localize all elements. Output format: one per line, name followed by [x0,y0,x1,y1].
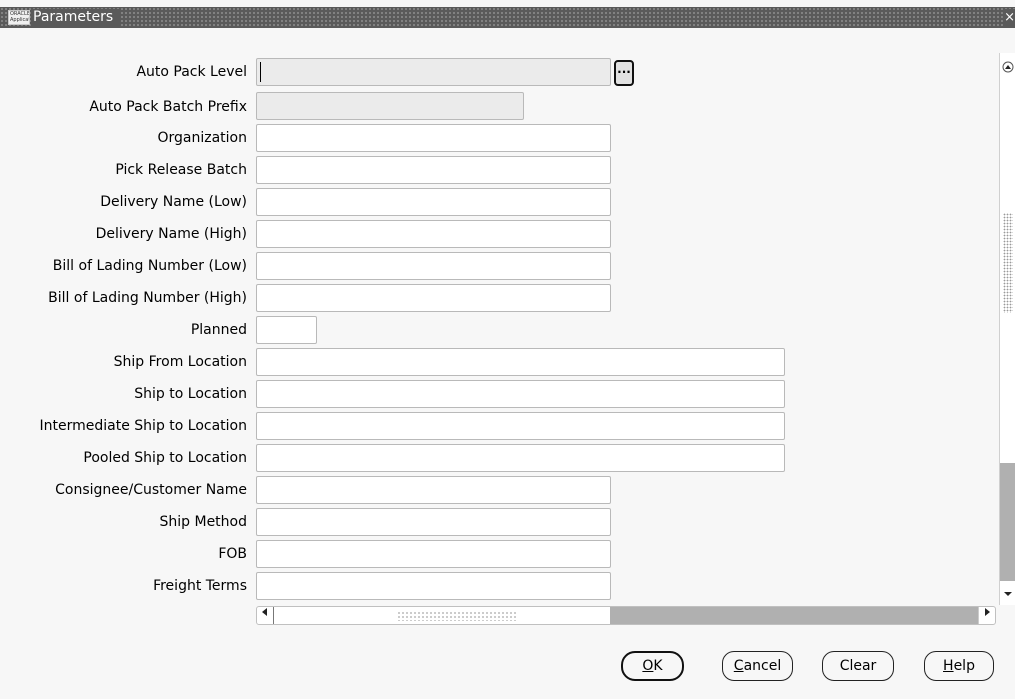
arrow-left-icon[interactable] [257,607,274,624]
pick-release-batch-field[interactable] [256,156,611,184]
title-bar: ORACLE Applications Parameters × [0,7,1015,28]
window-title: Parameters [33,9,120,26]
label-delivery-name-high: Delivery Name (High) [95,226,247,242]
scrollbar-grip [1003,213,1013,313]
label-freight-terms: Freight Terms [153,578,247,594]
oracle-logo-icon: ORACLE Applications [8,10,30,25]
cancel-button[interactable]: Cancel [722,651,793,681]
label-ship-from-location: Ship From Location [113,354,247,370]
arrow-right-icon[interactable] [978,607,995,624]
ok-button[interactable]: OK [621,651,684,681]
organization-field[interactable] [256,124,611,152]
label-planned: Planned [190,322,247,338]
label-ship-to-location: Ship to Location [134,386,247,402]
auto-pack-batch-prefix-field[interactable] [256,92,524,120]
label-pick-release-batch: Pick Release Batch [115,162,247,178]
consignee-customer-name-field[interactable] [256,476,611,504]
horizontal-scroll-track[interactable] [610,607,978,624]
close-icon[interactable]: × [1004,9,1015,26]
scrollbar-grip [397,611,517,621]
label-pooled-ship-to-location: Pooled Ship to Location [83,450,247,466]
label-fob: FOB [218,546,247,562]
label-ship-method: Ship Method [159,514,248,530]
label-auto-pack-level: Auto Pack Level [136,64,247,80]
delivery-name-high-field[interactable] [256,220,611,248]
pooled-ship-to-location-field[interactable] [256,444,785,472]
vertical-scrollbar[interactable] [999,53,1015,605]
bol-number-low-field[interactable] [256,252,611,280]
fob-field[interactable] [256,540,611,568]
delivery-name-low-field[interactable] [256,188,611,216]
arrow-down-icon[interactable] [1000,589,1015,605]
arrow-up-icon[interactable] [1000,61,1015,77]
ship-to-location-field[interactable] [256,380,785,408]
label-bol-number-high: Bill of Lading Number (High) [48,290,247,306]
bol-number-high-field[interactable] [256,284,611,312]
label-bol-number-low: Bill of Lading Number (Low) [52,258,247,274]
horizontal-scrollbar[interactable] [256,606,996,625]
lov-button[interactable]: ... [614,60,634,86]
intermediate-ship-to-location-field[interactable] [256,412,785,440]
help-button[interactable]: Help [924,651,994,681]
text-cursor [260,62,261,82]
auto-pack-level-field[interactable] [256,58,611,86]
ship-method-field[interactable] [256,508,611,536]
planned-field[interactable] [256,316,317,344]
ellipsis-icon: ... [617,62,631,76]
label-consignee-customer-name: Consignee/Customer Name [55,482,247,498]
ship-from-location-field[interactable] [256,348,785,376]
clear-button[interactable]: Clear [822,651,894,681]
freight-terms-field[interactable] [256,572,611,600]
label-intermediate-ship-to-location: Intermediate Ship to Location [39,418,247,434]
label-auto-pack-batch-prefix: Auto Pack Batch Prefix [89,99,247,115]
vertical-scroll-thumb[interactable] [1000,463,1015,581]
label-organization: Organization [157,130,247,146]
label-delivery-name-low: Delivery Name (Low) [100,194,247,210]
